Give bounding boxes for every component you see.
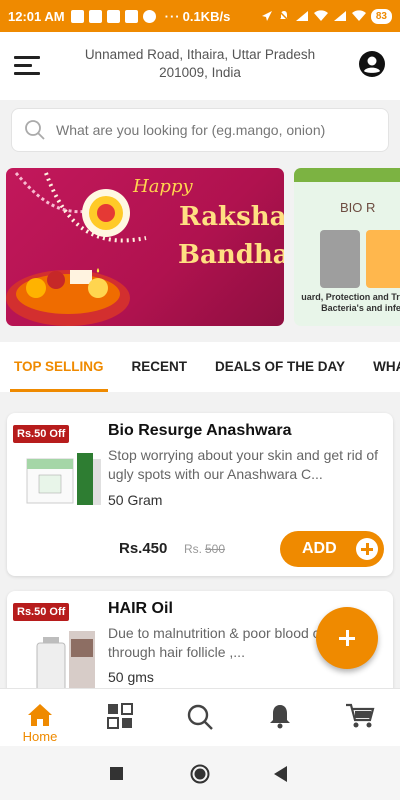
search-bar[interactable] — [11, 108, 389, 152]
offer-badge: Rs.50 Off — [13, 603, 70, 621]
home-icon — [28, 704, 52, 726]
raksha-bandhan-banner[interactable]: Happy Raksha Bandhan — [6, 168, 284, 326]
plus-icon — [356, 538, 378, 560]
nav-categories[interactable] — [80, 689, 160, 747]
product-price: Rs.450 — [119, 540, 168, 557]
wifi-icon — [313, 10, 328, 21]
product-quantity: 50 Gram — [108, 492, 163, 508]
product-description: Stop worrying about your skin and get ri… — [108, 447, 379, 482]
floating-add-button[interactable] — [316, 607, 378, 669]
signal-icon — [295, 11, 308, 21]
tab-deals-of-the-day[interactable]: DEALS OF THE DAY — [201, 342, 359, 392]
tab-whats-new[interactable]: WHAT'S N — [359, 342, 400, 392]
banner-text-bandhan: Bandhan — [178, 240, 284, 270]
mute-icon — [278, 10, 290, 22]
status-time: 12:01 AM — [8, 8, 65, 24]
bottom-navigation: Home — [0, 688, 400, 746]
banner-text-happy: Happy — [133, 176, 193, 197]
bell-icon — [270, 705, 290, 729]
offer-badge: Rs.50 Off — [13, 425, 70, 443]
menu-icon[interactable] — [14, 54, 42, 76]
mrp-label: Rs. — [184, 542, 202, 556]
categories-icon — [107, 703, 133, 729]
address-line-1: Unnamed Road, Ithaira, Uttar Pradesh — [84, 47, 316, 62]
search-icon — [25, 120, 45, 140]
profile-icon[interactable] — [358, 50, 386, 78]
search-icon — [187, 704, 213, 730]
address-line-2: 201009, India — [159, 65, 241, 80]
banner-caption: uard, Protection and Treatm Bacteria's a… — [301, 292, 400, 313]
tab-recent[interactable]: RECENT — [118, 342, 202, 392]
product-name: Bio Resurge Anashwara — [108, 422, 292, 439]
nav-search[interactable] — [160, 689, 240, 747]
upload-icon — [106, 9, 120, 23]
blister-pack — [320, 230, 360, 288]
delivery-address[interactable]: Unnamed Road, Ithaira, Uttar Pradesh 201… — [70, 46, 330, 82]
product-image — [26, 453, 101, 505]
location-icon — [261, 11, 272, 21]
mrp-price: 500 — [205, 542, 226, 556]
blister-pack — [366, 230, 400, 288]
bio-product-banner[interactable]: BIO R uard, Protection and Treatm Bacter… — [294, 168, 400, 326]
product-quantity: 50 gms — [108, 669, 154, 685]
banner-carousel[interactable]: Happy Raksha Bandhan BIO R uard, Protect… — [0, 168, 400, 328]
banner-brand: BIO R — [340, 200, 376, 215]
add-to-cart-button[interactable]: ADD — [280, 531, 384, 567]
gmail-icon — [70, 9, 84, 23]
battery-indicator: 83 — [370, 8, 392, 24]
tab-top-selling[interactable]: TOP SELLING — [0, 342, 118, 392]
message-icon — [88, 9, 102, 23]
product-image — [36, 631, 95, 694]
back-icon[interactable] — [274, 766, 288, 782]
status-bar: 12:01 AM ··· 0.1KB/s 83 — [0, 0, 400, 32]
network-speed: 0.1KB/s — [182, 8, 231, 24]
check-icon — [142, 9, 156, 23]
add-button-label: ADD — [302, 540, 337, 557]
home-button-icon[interactable] — [190, 764, 210, 784]
banner-text-raksha: Raksha — [179, 202, 284, 232]
video-icon — [124, 9, 138, 23]
nav-cart[interactable] — [320, 689, 400, 747]
cart-icon — [346, 703, 375, 728]
recent-apps-icon[interactable] — [110, 767, 123, 780]
product-name: HAIR Oil — [108, 600, 173, 617]
nav-home[interactable]: Home — [0, 689, 80, 747]
nav-notifications[interactable] — [240, 689, 320, 747]
notification-icons: ··· — [70, 8, 181, 24]
app-header: Unnamed Road, Ithaira, Uttar Pradesh 201… — [0, 32, 400, 100]
category-tabs: TOP SELLING RECENT DEALS OF THE DAY WHAT… — [0, 342, 400, 392]
search-input[interactable] — [56, 122, 376, 138]
signal-icon-2 — [333, 11, 346, 21]
product-card[interactable]: Rs.50 Off Bio Resurge Anashwara Stop wor… — [7, 413, 393, 576]
more-dots-icon: ··· — [164, 8, 181, 24]
system-navigation-bar — [0, 746, 400, 800]
wifi-icon-2 — [351, 10, 366, 21]
nav-home-label: Home — [22, 729, 58, 744]
